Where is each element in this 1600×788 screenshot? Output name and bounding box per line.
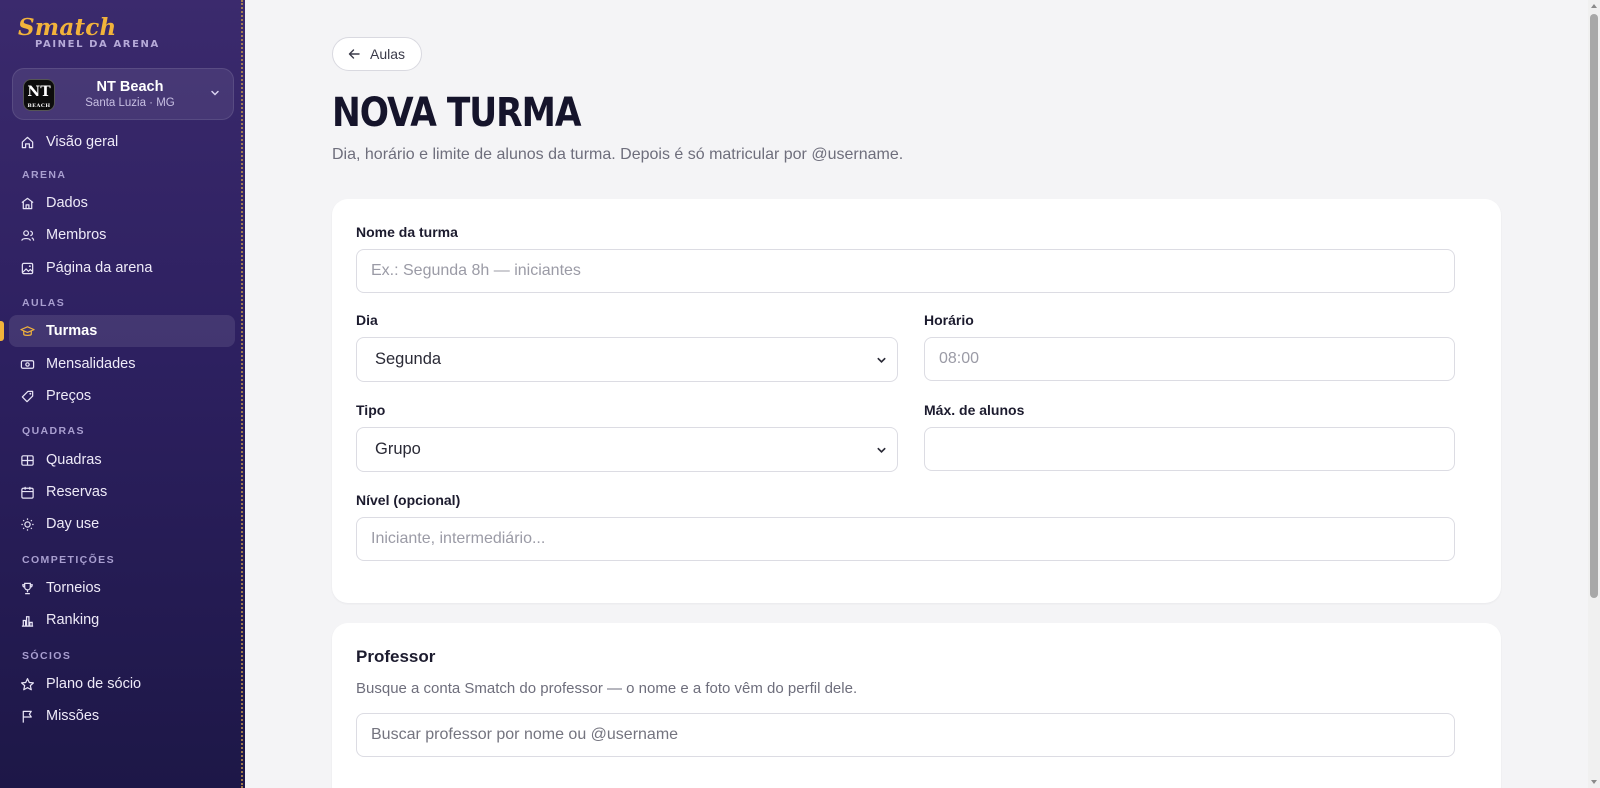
sidebar-item-membros[interactable]: Membros xyxy=(9,219,235,251)
brand-logo: Smatch xyxy=(18,14,117,41)
users-icon xyxy=(21,229,35,241)
dia-select[interactable]: Segunda xyxy=(356,337,898,382)
sidebar-item-label: Plano de sócio xyxy=(46,676,142,692)
tipo-label: Tipo xyxy=(356,402,386,418)
sidebar-item-label: Turmas xyxy=(46,323,98,339)
tipo-select[interactable]: Grupo xyxy=(356,427,898,472)
sidebar-item-pagina-da-arena[interactable]: Página da arena xyxy=(9,252,235,284)
scroll-down-arrow-icon[interactable] xyxy=(1590,778,1598,786)
sidebar-section-socios: SÓCIOS xyxy=(22,650,72,662)
professor-title: Professor xyxy=(356,647,436,666)
chevron-down-icon xyxy=(877,357,886,364)
nome-label: Nome da turma xyxy=(356,224,458,240)
sidebar-item-label: Preços xyxy=(46,388,92,404)
calendar-icon xyxy=(21,486,34,499)
sidebar-item-label: Visão geral xyxy=(46,134,119,150)
sidebar-item-mensalidades[interactable]: Mensalidades xyxy=(9,348,235,380)
banknote-icon xyxy=(20,359,35,369)
sidebar-item-turmas[interactable]: Turmas xyxy=(0,315,235,347)
sidebar-item-dados[interactable]: Dados xyxy=(9,187,235,219)
sun-icon xyxy=(21,517,34,531)
sidebar-item-day-use[interactable]: Day use xyxy=(9,508,235,540)
page-title: NOVA TURMA xyxy=(332,90,581,136)
sidebar-section-competicoes: COMPETIÇÕES xyxy=(22,554,115,566)
sidebar-item-label: Página da arena xyxy=(46,260,153,276)
professor-description: Busque a conta Smatch do professor — o n… xyxy=(356,680,858,697)
back-button-label: Aulas xyxy=(370,46,406,62)
arena-avatar-small-text: BEACH xyxy=(27,103,51,109)
sidebar-item-precos[interactable]: Preços xyxy=(9,380,235,412)
professor-search-input[interactable]: Buscar professor por nome ou @username xyxy=(356,713,1455,757)
bar-chart-icon xyxy=(21,615,34,627)
page-subtitle: Dia, horário e limite de alunos da turma… xyxy=(332,146,904,163)
sidebar-item-ranking[interactable]: Ranking xyxy=(9,604,235,636)
grid-icon xyxy=(21,454,34,466)
arena-avatar: NT BEACH xyxy=(23,79,55,111)
back-button[interactable]: Aulas xyxy=(332,37,423,71)
chevron-down-icon xyxy=(211,90,219,96)
brand-subtitle: PAINEL DA ARENA xyxy=(35,39,160,50)
nome-input[interactable]: Ex.: Segunda 8h — iniciantes xyxy=(356,249,1455,293)
nivel-input[interactable]: Iniciante, intermediário... xyxy=(356,517,1455,561)
home-icon xyxy=(21,136,34,148)
max-alunos-input[interactable] xyxy=(924,427,1455,471)
horario-input[interactable]: 08:00 xyxy=(924,337,1455,381)
arrow-left-icon xyxy=(348,49,360,59)
sidebar-item-label: Reservas xyxy=(46,484,108,500)
dia-label: Dia xyxy=(356,312,378,328)
arena-location: Santa Luzia · MG xyxy=(85,97,175,109)
sidebar-item-label: Dados xyxy=(46,195,88,211)
graduation-cap-icon xyxy=(20,325,35,336)
sidebar-item-label: Torneios xyxy=(46,580,101,596)
dia-select-value: Segunda xyxy=(375,350,442,368)
tipo-select-value: Grupo xyxy=(375,440,421,458)
sidebar-item-visao-geral[interactable]: Visão geral xyxy=(9,126,235,158)
sidebar-item-plano-de-socio[interactable]: Plano de sócio xyxy=(9,668,235,700)
tag-icon xyxy=(21,390,34,402)
sidebar-item-quadras[interactable]: Quadras xyxy=(9,444,235,476)
professor-card: Professor Busque a conta Smatch do profe… xyxy=(332,623,1501,788)
arena-switcher[interactable]: NT BEACH NT Beach Santa Luzia · MG xyxy=(12,68,234,120)
nivel-label: Nível (opcional) xyxy=(356,492,461,508)
sidebar: Smatch PAINEL DA ARENA NT BEACH NT Beach… xyxy=(0,0,245,788)
class-details-card: Nome da turma Ex.: Segunda 8h — iniciant… xyxy=(332,199,1501,603)
horario-label: Horário xyxy=(924,312,974,328)
sidebar-item-missoes[interactable]: Missões xyxy=(9,700,235,732)
sidebar-section-quadras: QUADRAS xyxy=(22,425,85,437)
sidebar-section-arena: ARENA xyxy=(22,169,67,181)
scrollbar-thumb[interactable] xyxy=(1590,14,1598,598)
scroll-up-arrow-icon[interactable] xyxy=(1590,2,1598,10)
sidebar-item-label: Mensalidades xyxy=(46,356,136,372)
sidebar-item-torneios[interactable]: Torneios xyxy=(9,572,235,604)
flag-icon xyxy=(22,710,32,723)
building-icon xyxy=(21,197,34,209)
sidebar-section-aulas: AULAS xyxy=(22,297,66,309)
arena-avatar-text: NT xyxy=(27,84,51,100)
main-content: Aulas NOVA TURMA Dia, horário e limite d… xyxy=(245,0,1600,788)
sidebar-item-label: Quadras xyxy=(46,452,102,468)
sidebar-item-label: Ranking xyxy=(46,612,100,628)
sidebar-item-label: Membros xyxy=(46,227,107,243)
arena-name: NT Beach xyxy=(96,79,164,95)
star-icon xyxy=(20,677,35,690)
sidebar-item-label: Day use xyxy=(46,516,100,532)
trophy-icon xyxy=(22,582,33,594)
chevron-down-icon xyxy=(877,447,886,454)
image-icon xyxy=(21,262,34,274)
max-alunos-label: Máx. de alunos xyxy=(924,402,1025,418)
page-scrollbar[interactable] xyxy=(1588,0,1600,788)
brand[interactable]: Smatch PAINEL DA ARENA xyxy=(18,14,160,50)
sidebar-item-label: Missões xyxy=(46,708,100,724)
sidebar-item-reservas[interactable]: Reservas xyxy=(9,476,235,508)
